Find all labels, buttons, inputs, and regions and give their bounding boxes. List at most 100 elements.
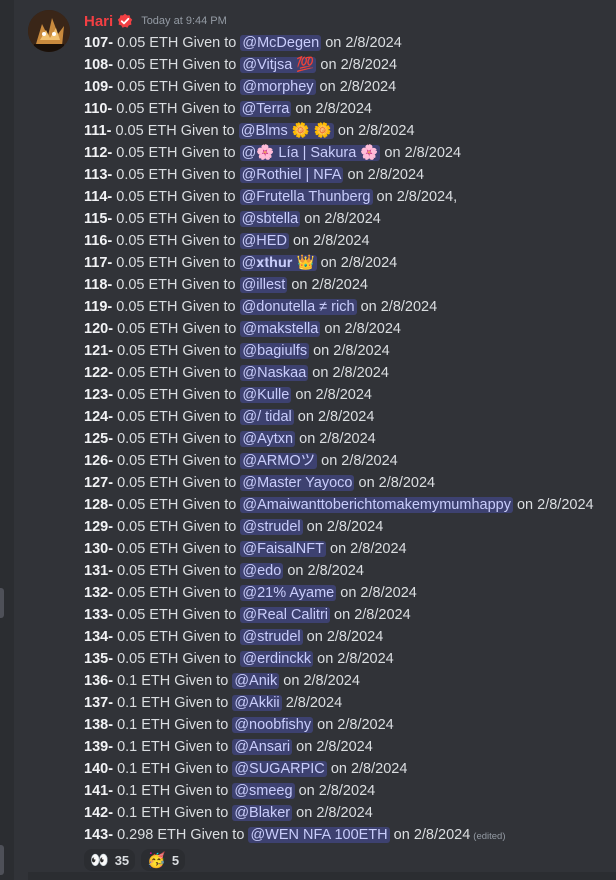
- avatar-image-icon: [28, 10, 70, 52]
- line-amount-text: 0.05 ETH Given to: [117, 409, 237, 425]
- timestamp: Today at 9:44 PM: [141, 15, 227, 27]
- reaction-eyes[interactable]: 👀 35: [84, 849, 136, 871]
- line-number: 113-: [84, 167, 113, 183]
- line-date-text: on 2/8/2024: [516, 497, 594, 513]
- user-mention[interactable]: @Master Yayoco: [240, 475, 355, 491]
- user-mention[interactable]: @sbtella: [239, 211, 301, 227]
- line-amount-text: 0.1 ETH Given to: [117, 717, 229, 733]
- user-mention[interactable]: @Frutella Thunberg: [239, 189, 373, 205]
- line-date-text: on 2/8/2024: [292, 233, 370, 249]
- message-line: 129- 0.05 ETH Given to @strudel on 2/8/2…: [84, 516, 594, 538]
- message-line: 109- 0.05 ETH Given to @morphey on 2/8/2…: [84, 76, 594, 98]
- line-amount-text: 0.05 ETH Given to: [116, 233, 236, 249]
- line-number: 122-: [84, 365, 114, 381]
- line-amount-text: 0.298 ETH Given to: [117, 827, 245, 843]
- message-line: 131- 0.05 ETH Given to @edo on 2/8/2024: [84, 560, 594, 582]
- user-mention[interactable]: @21% Ayame: [240, 585, 337, 601]
- message-line: 126- 0.05 ETH Given to @ARMOツ on 2/8/202…: [84, 450, 594, 472]
- line-number: 108-: [84, 57, 114, 73]
- line-amount-text: 0.05 ETH Given to: [115, 123, 235, 139]
- user-mention[interactable]: @🌸 Lía | Sakura 🌸: [239, 145, 381, 161]
- message-line: 135- 0.05 ETH Given to @erdinckk on 2/8/…: [84, 648, 594, 670]
- line-amount-text: 0.05 ETH Given to: [116, 299, 236, 315]
- line-date-text: on 2/8/2024: [297, 409, 375, 425]
- message-line: 133- 0.05 ETH Given to @Real Calitri on …: [84, 604, 594, 626]
- user-mention[interactable]: @strudel: [240, 519, 303, 535]
- message-line: 113- 0.05 ETH Given to @Rothiel | NFA on…: [84, 164, 594, 186]
- line-date-text: on 2/8/2024: [291, 277, 368, 293]
- user-mention[interactable]: @SUGARPIC: [232, 761, 327, 777]
- composer-edge: [28, 872, 616, 880]
- user-mention[interactable]: @McDegen: [240, 35, 322, 51]
- user-mention[interactable]: @Amaiwanttoberichtomakemymumhappy: [240, 497, 513, 513]
- user-mention[interactable]: @makstella: [240, 321, 321, 337]
- username[interactable]: Hari: [84, 13, 113, 30]
- user-mention[interactable]: @Terra: [239, 101, 292, 117]
- user-mention[interactable]: @Real Calitri: [240, 607, 331, 623]
- user-mention[interactable]: @Rothiel | NFA: [239, 167, 344, 183]
- user-mention[interactable]: @smeeg: [232, 783, 295, 799]
- message-content: 107- 0.05 ETH Given to @McDegen on 2/8/2…: [84, 32, 594, 846]
- line-amount-text: 0.05 ETH Given to: [116, 101, 236, 117]
- line-amount-text: 0.05 ETH Given to: [117, 35, 237, 51]
- line-number: 136-: [84, 673, 114, 689]
- user-mention[interactable]: @illest: [239, 277, 288, 293]
- user-mention[interactable]: @𝐱𝐭𝐡𝐮𝐫 👑: [239, 255, 317, 271]
- message-line: 110- 0.05 ETH Given to @Terra on 2/8/202…: [84, 98, 594, 120]
- message-line: 125- 0.05 ETH Given to @Aytxn on 2/8/202…: [84, 428, 594, 450]
- line-number: 131-: [84, 563, 114, 579]
- line-date-text: on 2/8/2024: [298, 783, 376, 799]
- user-mention[interactable]: @Blms 🌼 🌼: [238, 123, 334, 139]
- line-amount-text: 0.05 ETH Given to: [116, 277, 236, 293]
- chat-message: Hari Today at 9:44 PM 107- 0.05 ETH Give…: [14, 0, 616, 880]
- message-line: 134- 0.05 ETH Given to @strudel on 2/8/2…: [84, 626, 594, 648]
- user-mention[interactable]: @Vitjsa 💯: [240, 57, 317, 73]
- line-date-text: on 2/8/2024: [320, 255, 398, 271]
- line-number: 114-: [84, 189, 113, 205]
- user-mention[interactable]: @bagiulfs: [240, 343, 310, 359]
- user-mention[interactable]: @edo: [240, 563, 284, 579]
- user-mention[interactable]: @/ tidal: [240, 409, 294, 425]
- user-mention[interactable]: @Aytxn: [240, 431, 296, 447]
- line-number: 143-: [84, 827, 114, 843]
- line-amount-text: 0.05 ETH Given to: [117, 519, 237, 535]
- user-mention[interactable]: @HED: [239, 233, 289, 249]
- user-mention[interactable]: @erdinckk: [240, 651, 314, 667]
- message-line: 117- 0.05 ETH Given to @𝐱𝐭𝐡𝐮𝐫 👑 on 2/8/2…: [84, 252, 594, 274]
- user-mention[interactable]: @FaisalNFT: [240, 541, 326, 557]
- user-mention[interactable]: @ARMOツ: [240, 453, 318, 469]
- reaction-party[interactable]: 🥳 5: [141, 849, 186, 871]
- line-number: 117-: [84, 255, 113, 271]
- line-date-text: on 2/8/2024: [317, 651, 394, 667]
- line-number: 137-: [84, 695, 114, 711]
- user-mention[interactable]: @WEN NFA 100ETH: [248, 827, 390, 843]
- line-date-text: on 2/8/2024: [317, 717, 394, 733]
- party-face-emoji-icon: 🥳: [147, 852, 166, 869]
- user-mention[interactable]: @strudel: [240, 629, 303, 645]
- user-mention[interactable]: @Ansari: [232, 739, 293, 755]
- user-mention[interactable]: @Akkii: [232, 695, 282, 711]
- user-mention[interactable]: @morphey: [240, 79, 316, 95]
- line-amount-text: 0.1 ETH Given to: [117, 761, 229, 777]
- line-date-text: on 2/8/2024: [296, 739, 373, 755]
- user-mention[interactable]: @Naskaa: [240, 365, 309, 381]
- line-amount-text: 0.1 ETH Given to: [117, 673, 229, 689]
- line-amount-text: 0.05 ETH Given to: [117, 607, 237, 623]
- line-amount-text: 0.05 ETH Given to: [116, 211, 236, 227]
- line-amount-text: 0.05 ETH Given to: [117, 321, 237, 337]
- line-number: 121-: [84, 343, 114, 359]
- user-mention[interactable]: @Blaker: [232, 805, 293, 821]
- line-date-text: on 2/8/2024: [321, 453, 398, 469]
- avatar[interactable]: [28, 10, 70, 52]
- user-mention[interactable]: @donutella ≠ rich: [239, 299, 357, 315]
- message-line: 142- 0.1 ETH Given to @Blaker on 2/8/202…: [84, 802, 594, 824]
- user-mention[interactable]: @Kulle: [240, 387, 292, 403]
- line-date-text: on 2/8/2024: [340, 585, 417, 601]
- user-mention[interactable]: @Anik: [232, 673, 280, 689]
- line-amount-text: 0.05 ETH Given to: [116, 189, 236, 205]
- line-date-text: on 2/8/2024: [283, 673, 360, 689]
- user-mention[interactable]: @noobfishy: [232, 717, 314, 733]
- verified-check-icon: [117, 13, 133, 28]
- line-date-text: on 2/8/2024: [299, 431, 376, 447]
- line-number: 111-: [84, 123, 112, 139]
